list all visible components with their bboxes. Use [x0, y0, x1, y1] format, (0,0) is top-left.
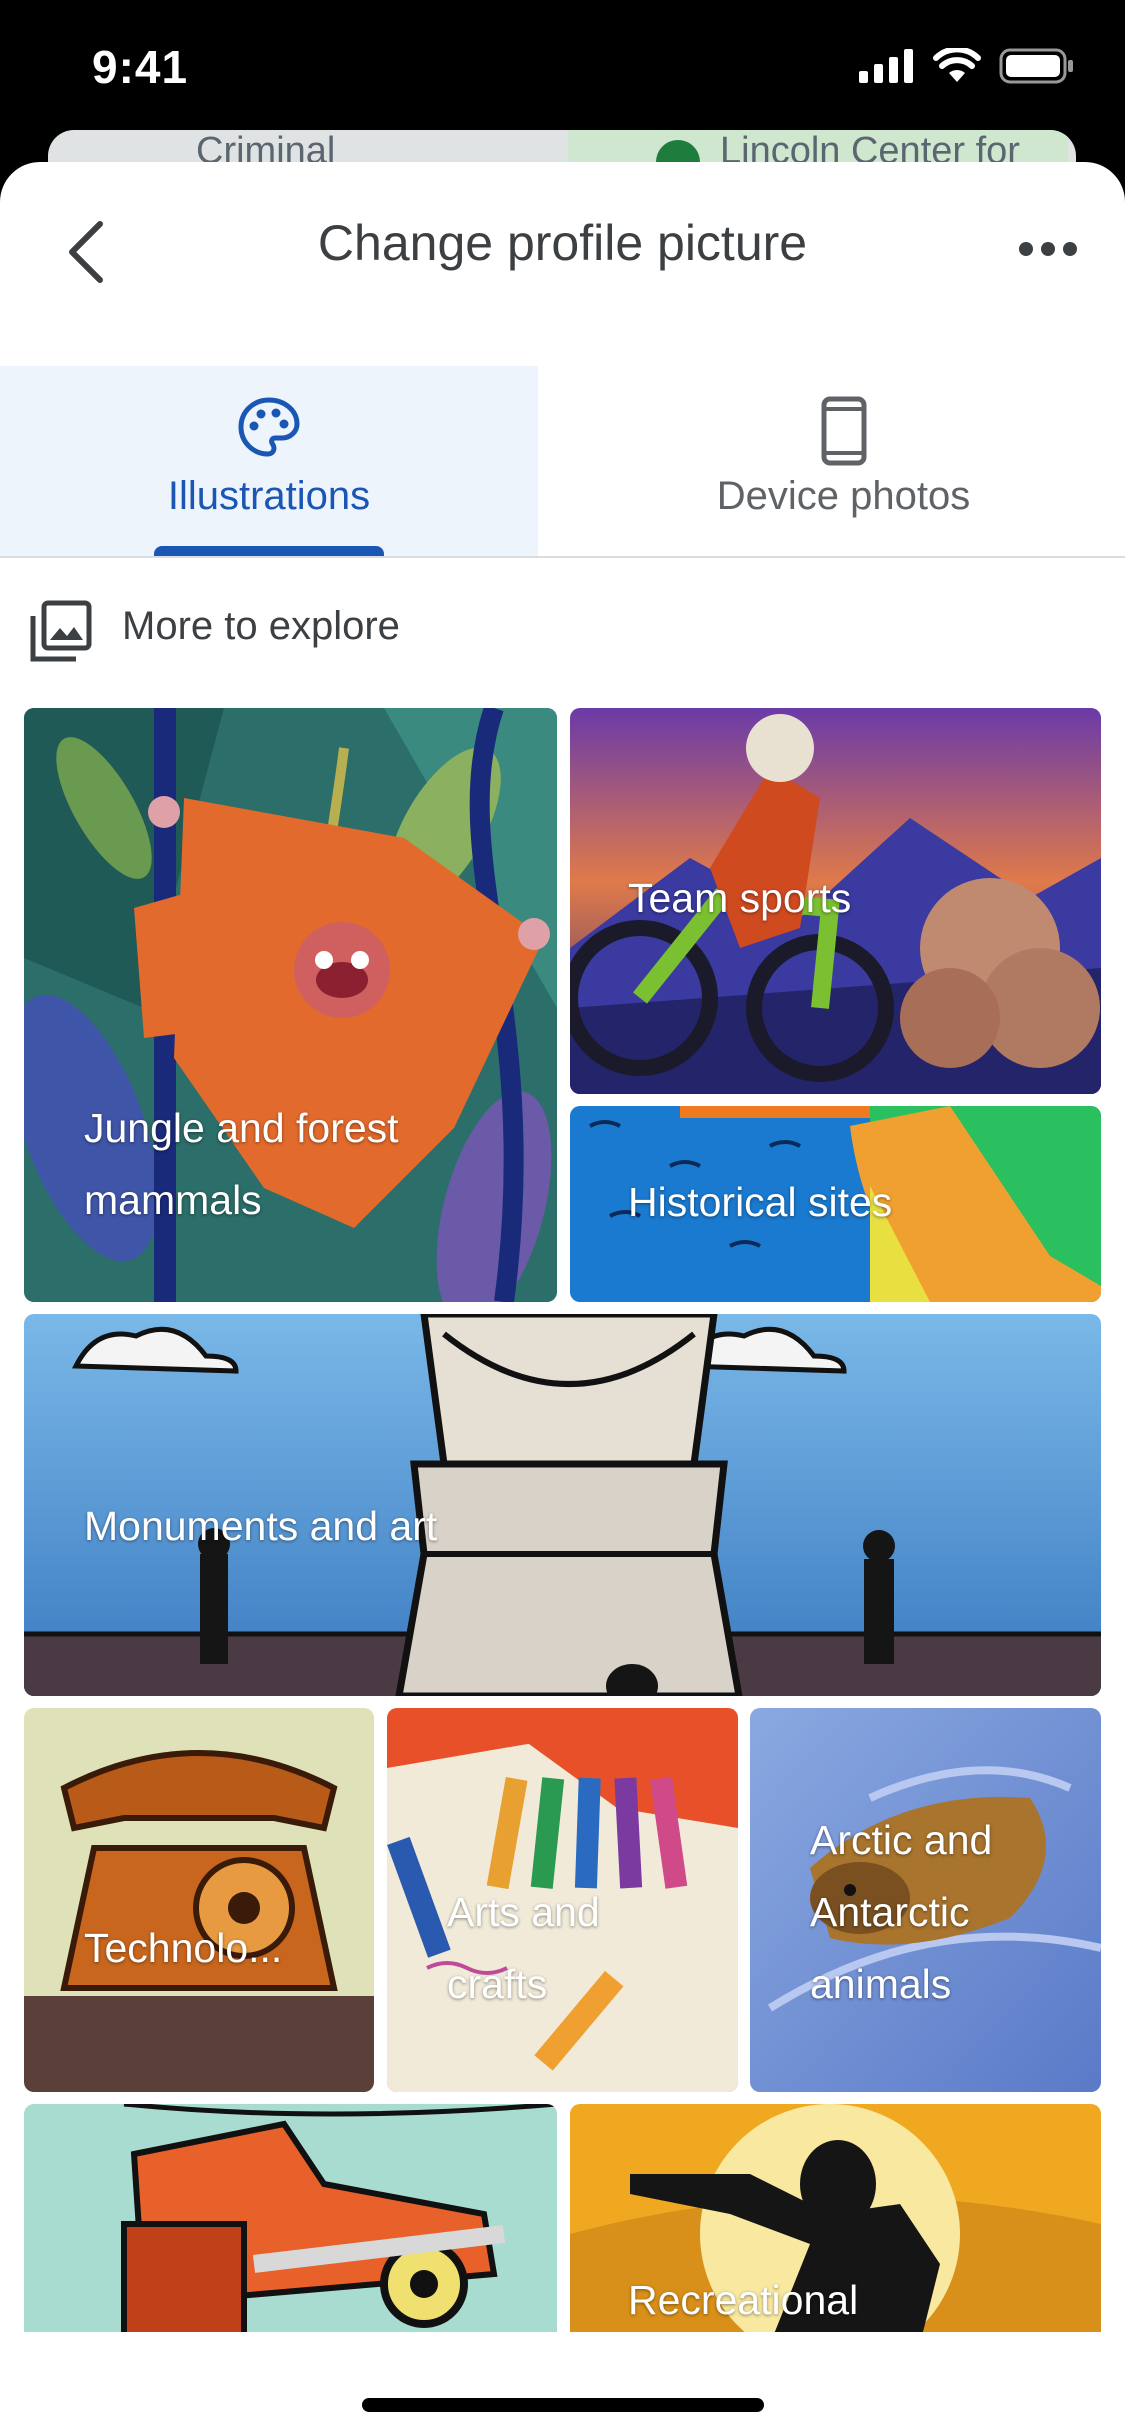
- battery-icon: [999, 48, 1073, 84]
- page-title: Change profile picture: [317, 215, 808, 271]
- tile-team-sports[interactable]: Team sports: [570, 708, 1101, 1094]
- tile-label: Historical sites: [628, 1179, 893, 1225]
- home-indicator[interactable]: [362, 2398, 764, 2412]
- tile-label: Arts and crafts: [447, 1889, 600, 2007]
- tile-label: Recreational: [628, 2277, 859, 2323]
- profile-picture-sheet: Change profile picture Illustrations Dev…: [0, 162, 1125, 2436]
- tab-device-photos-label: Device photos: [716, 474, 971, 518]
- tile-recreational[interactable]: Recreational: [570, 2104, 1101, 2344]
- tile-arts-and-crafts[interactable]: Arts and crafts: [387, 1708, 738, 2092]
- roller-skate-illustration: [24, 2104, 557, 2344]
- tile-technology[interactable]: Technolo...: [24, 1708, 374, 2092]
- rotary-phone-illustration: [24, 1708, 374, 2092]
- tile-label: Monuments and art: [84, 1503, 438, 1549]
- more-options-icon[interactable]: [1013, 224, 1083, 274]
- status-icons: [859, 48, 1075, 84]
- palette-icon: [238, 397, 300, 457]
- status-time: 9:41: [92, 41, 189, 93]
- tile-roller-skates[interactable]: [24, 2104, 557, 2344]
- tile-label: Technolo...: [84, 1925, 283, 1971]
- tab-bar: Illustrations Device photos: [0, 366, 1125, 558]
- tile-arctic-and-antarctic-animals[interactable]: Arctic and Antarctic animals: [750, 1708, 1101, 2092]
- tile-monuments-and-art[interactable]: Monuments and art: [24, 1314, 1101, 1696]
- status-bar: 9:41: [0, 0, 1125, 140]
- section-label: More to explore: [122, 604, 400, 648]
- tile-label: Jungle and forest mammals: [84, 1105, 399, 1223]
- header: Change profile picture: [0, 162, 1125, 362]
- tile-jungle-and-forest-mammals[interactable]: Jungle and forest mammals: [24, 708, 557, 1302]
- tab-selected-indicator: [154, 546, 384, 556]
- tab-device-photos[interactable]: Device photos: [562, 366, 1125, 556]
- tile-label: Arctic and Antarctic animals: [810, 1817, 993, 2007]
- phone-icon: [821, 396, 866, 466]
- wifi-icon: [933, 48, 981, 82]
- signal-icon: [859, 49, 913, 83]
- photo-library-icon: [30, 600, 92, 662]
- tab-illustrations[interactable]: Illustrations: [0, 366, 538, 556]
- tile-historical-sites[interactable]: Historical sites: [570, 1106, 1101, 1302]
- tab-illustrations-label: Illustrations: [167, 474, 371, 518]
- bottom-bar: [0, 2332, 1125, 2436]
- tile-label: Team sports: [628, 875, 852, 921]
